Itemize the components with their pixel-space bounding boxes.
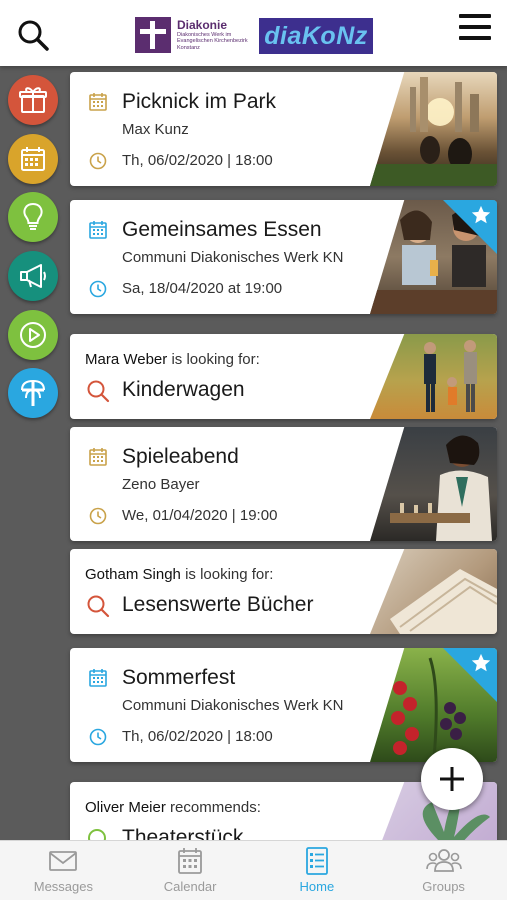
recommendation-header: Oliver Meier recommends: [85,799,261,816]
groups-icon [425,849,462,872]
hamburger-menu-icon [459,14,491,40]
search-card-lesenswerte-buecher[interactable]: Gotham Singh is looking for: Lesenswerte… [70,549,497,634]
search-card-kinderwagen[interactable]: Mara Weber is looking for: Kinderwagen [70,334,497,419]
calendar-icon [89,221,107,239]
clock-icon [89,507,107,525]
thumbs-up-icon [88,829,106,840]
search-icon [87,380,110,403]
event-date: Sa, 18/04/2020 at 19:00 [122,280,283,297]
add-button[interactable] [421,748,483,810]
requester-name: Mara Weber [85,351,168,368]
app-header: Diakonie Diakonisches Werk im Evangelisc… [0,0,507,66]
event-card-spieleabend[interactable]: Spieleabend Zeno Bayer We, 01/04/2020 | … [70,427,497,541]
menu-button[interactable] [459,14,491,44]
request-phrase: is looking for: [185,566,274,583]
search-request-header: Gotham Singh is looking for: [85,566,273,583]
nav-calendar[interactable]: Calendar [127,841,254,900]
clock-icon [89,280,107,298]
event-date: Th, 06/02/2020 | 18:00 [122,728,273,745]
search-icon [18,20,49,51]
search-photo-buecher [370,549,497,634]
request-phrase: is looking for: [171,351,260,368]
recommender-name: Oliver Meier [85,799,166,816]
calendar-icon [89,669,107,687]
envelope-icon [49,851,78,871]
home-feed: Picknick im Park Max Kunz Th, 06/02/2020… [0,66,507,840]
event-card-gemeinsames-essen[interactable]: Gemeinsames Essen Communi Diakonisches W… [70,200,497,314]
event-date: Th, 06/02/2020 | 18:00 [122,152,273,169]
search-request-header: Mara Weber is looking for: [85,351,260,368]
star-icon [471,653,491,672]
search-button[interactable] [16,18,50,52]
search-item-title: Lesenswerte Bücher [122,593,314,616]
event-organizer: Communi Diakonisches Werk KN [122,249,344,266]
event-organizer: Zeno Bayer [122,476,200,493]
event-photo-picknick [370,72,497,186]
nav-label: Messages [33,879,93,894]
clock-icon [89,728,107,746]
nav-home[interactable]: Home [254,841,381,900]
search-photo-kinderwagen [370,334,497,419]
diakonie-cross-icon [135,17,171,53]
recommendation-title: Theaterstück [122,826,244,840]
calendar-icon [89,448,107,466]
nav-label: Groups [422,879,465,894]
list-icon [305,847,328,875]
event-title: Picknick im Park [122,90,277,113]
recommend-phrase: recommends: [170,799,261,816]
event-organizer: Communi Diakonisches Werk KN [122,697,344,714]
event-card-picknick[interactable]: Picknick im Park Max Kunz Th, 06/02/2020… [70,72,497,186]
diakonie-logo: Diakonie Diakonisches Werk im Evangelisc… [135,16,255,54]
diakonz-logo: diaKoNz [259,18,373,54]
event-title: Spieleabend [122,445,239,468]
diakonie-logo-subtitle: Diakonisches Werk im Evangelischen Kirch… [177,32,248,51]
bottom-navigation: Messages Calendar Home Groups [0,840,507,900]
event-photo-spieleabend [370,427,497,541]
event-card-sommerfest[interactable]: Sommerfest Communi Diakonisches Werk KN … [70,648,497,762]
plus-icon [440,767,464,791]
nav-groups[interactable]: Groups [380,841,507,900]
calendar-icon [89,93,107,111]
search-icon [87,595,110,618]
calendar-icon [178,848,203,874]
event-title: Gemeinsames Essen [122,218,322,241]
nav-messages[interactable]: Messages [0,841,127,900]
event-organizer: Max Kunz [122,121,189,138]
event-date: We, 01/04/2020 | 19:00 [122,507,278,524]
nav-label: Home [299,879,335,894]
search-item-title: Kinderwagen [122,378,245,401]
clock-icon [89,152,107,170]
nav-label: Calendar [163,879,217,894]
diakonie-logo-name: Diakonie [177,18,228,33]
event-title: Sommerfest [122,666,236,689]
star-icon [471,205,491,224]
requester-name: Gotham Singh [85,566,181,583]
